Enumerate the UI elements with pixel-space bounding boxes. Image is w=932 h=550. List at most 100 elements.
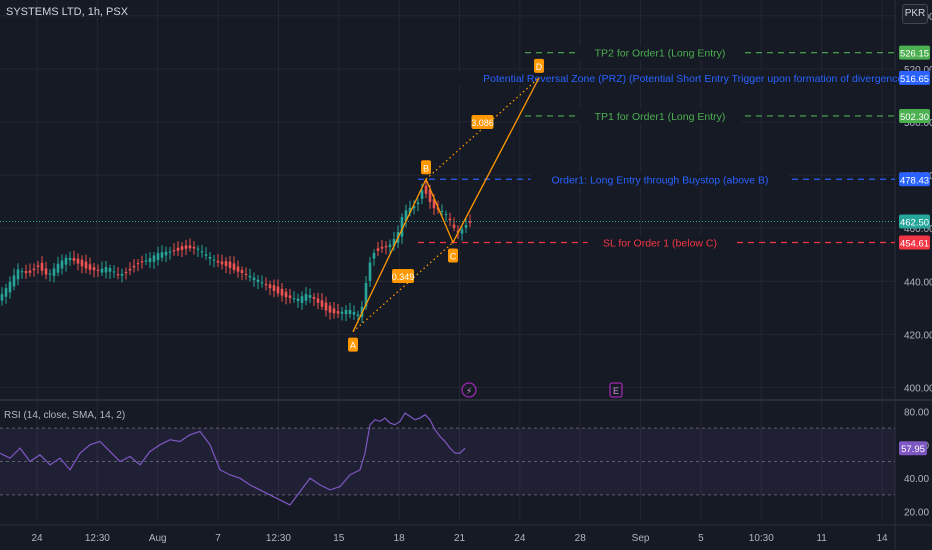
candle-body <box>192 247 196 249</box>
candle-body <box>132 265 136 268</box>
candle-body <box>76 258 80 264</box>
candle-body <box>16 269 20 280</box>
candle-body <box>0 294 4 301</box>
candle-body <box>324 302 328 311</box>
candle-body <box>168 251 172 253</box>
candle-body <box>232 263 236 270</box>
time-tick-label: 21 <box>454 533 466 544</box>
candle-body <box>380 246 384 249</box>
candle-body <box>264 283 268 286</box>
pattern-point-label: A <box>350 341 356 351</box>
candle-body <box>68 257 72 261</box>
candle-body <box>96 269 100 271</box>
candle-body <box>128 268 132 271</box>
time-tick-label: 18 <box>394 533 406 544</box>
candle-body <box>160 252 164 258</box>
candle-body <box>12 275 16 287</box>
candle-body <box>92 267 96 271</box>
candle-body <box>8 281 12 293</box>
candle-body <box>452 224 456 228</box>
candle-body <box>184 245 188 249</box>
candle-body <box>240 270 244 273</box>
candle-body <box>244 273 248 275</box>
time-tick-label: 14 <box>876 533 888 544</box>
candle-body <box>104 267 108 273</box>
candle-body <box>272 285 276 291</box>
time-tick-label: 28 <box>575 533 587 544</box>
level-price-value: 502.30 <box>900 112 929 123</box>
candle-body <box>288 295 292 299</box>
candle-body <box>424 185 428 194</box>
candle-body <box>248 275 252 278</box>
level-price-value: 478.43 <box>900 175 929 186</box>
time-tick-label: 7 <box>215 533 221 544</box>
rsi-tick-label: 80.00 <box>904 407 929 418</box>
time-tick-label: 15 <box>333 533 345 544</box>
candle-body <box>340 311 344 314</box>
candle-body <box>152 255 156 262</box>
candle-body <box>344 309 348 315</box>
candle-body <box>368 262 372 281</box>
candle-body <box>60 260 64 269</box>
candle-body <box>48 273 52 275</box>
candle-body <box>336 311 340 314</box>
time-tick-label: 5 <box>698 533 704 544</box>
candle-body <box>204 254 208 256</box>
rsi-tick-label: 20.00 <box>904 508 929 519</box>
time-tick-label: 24 <box>514 533 526 544</box>
candle-body <box>164 251 168 256</box>
candle-body <box>100 268 104 273</box>
candle-body <box>236 266 240 272</box>
pattern-point-label: C <box>450 251 457 261</box>
candle-body <box>52 268 56 276</box>
candle-body <box>292 298 296 300</box>
candle-body <box>328 305 332 313</box>
currency-button[interactable]: PKR <box>902 4 928 24</box>
candle-body <box>440 210 444 212</box>
candle-body <box>136 263 140 265</box>
level-label: SL for Order 1 (below C) <box>603 237 717 249</box>
candle-body <box>148 258 152 263</box>
last-price-value: 462.50 <box>900 218 929 229</box>
ratio-label: 3.086 <box>471 118 494 128</box>
candle-body <box>316 298 320 303</box>
candle-body <box>72 258 76 261</box>
candle-body <box>464 224 468 228</box>
candle-body <box>216 260 220 263</box>
candle-body <box>116 274 120 276</box>
candle-body <box>300 296 304 303</box>
chart-canvas[interactable]: 400.00420.00440.00460.00480.00500.00520.… <box>0 0 932 550</box>
candle-body <box>188 245 192 249</box>
candle-body <box>120 273 124 276</box>
level-price-value: 516.65 <box>900 74 929 85</box>
candle-body <box>416 202 420 205</box>
candle-body <box>208 256 212 259</box>
candle-body <box>80 259 84 267</box>
candle-body <box>284 291 288 298</box>
symbol-title: SYSTEMS LTD, 1h, PSX <box>6 6 129 18</box>
candle-body <box>280 288 284 296</box>
candle-body <box>40 262 44 271</box>
candle-body <box>356 314 360 317</box>
candle-body <box>348 309 352 314</box>
candle-body <box>44 268 48 275</box>
candle-body <box>20 271 24 273</box>
time-tick-label: Sep <box>632 533 650 544</box>
pattern-point-label: D <box>536 62 543 72</box>
candle-body <box>112 271 116 273</box>
candle-body <box>4 288 8 297</box>
price-tick-label: 400.00 <box>904 383 932 394</box>
candle-body <box>176 247 180 251</box>
candle-body <box>468 221 472 223</box>
candle-body <box>108 267 112 272</box>
level-label: Order1: Long Entry through Buystop (abov… <box>551 174 768 186</box>
candle-body <box>28 270 32 273</box>
candle-body <box>172 250 176 252</box>
candle-body <box>268 284 272 289</box>
level-label: TP2 for Order1 (Long Entry) <box>595 48 726 60</box>
time-tick-label: 11 <box>816 533 827 544</box>
candle-body <box>124 272 128 274</box>
candle-body <box>388 244 392 248</box>
candle-body <box>372 253 376 259</box>
level-price-value: 454.61 <box>900 238 929 249</box>
